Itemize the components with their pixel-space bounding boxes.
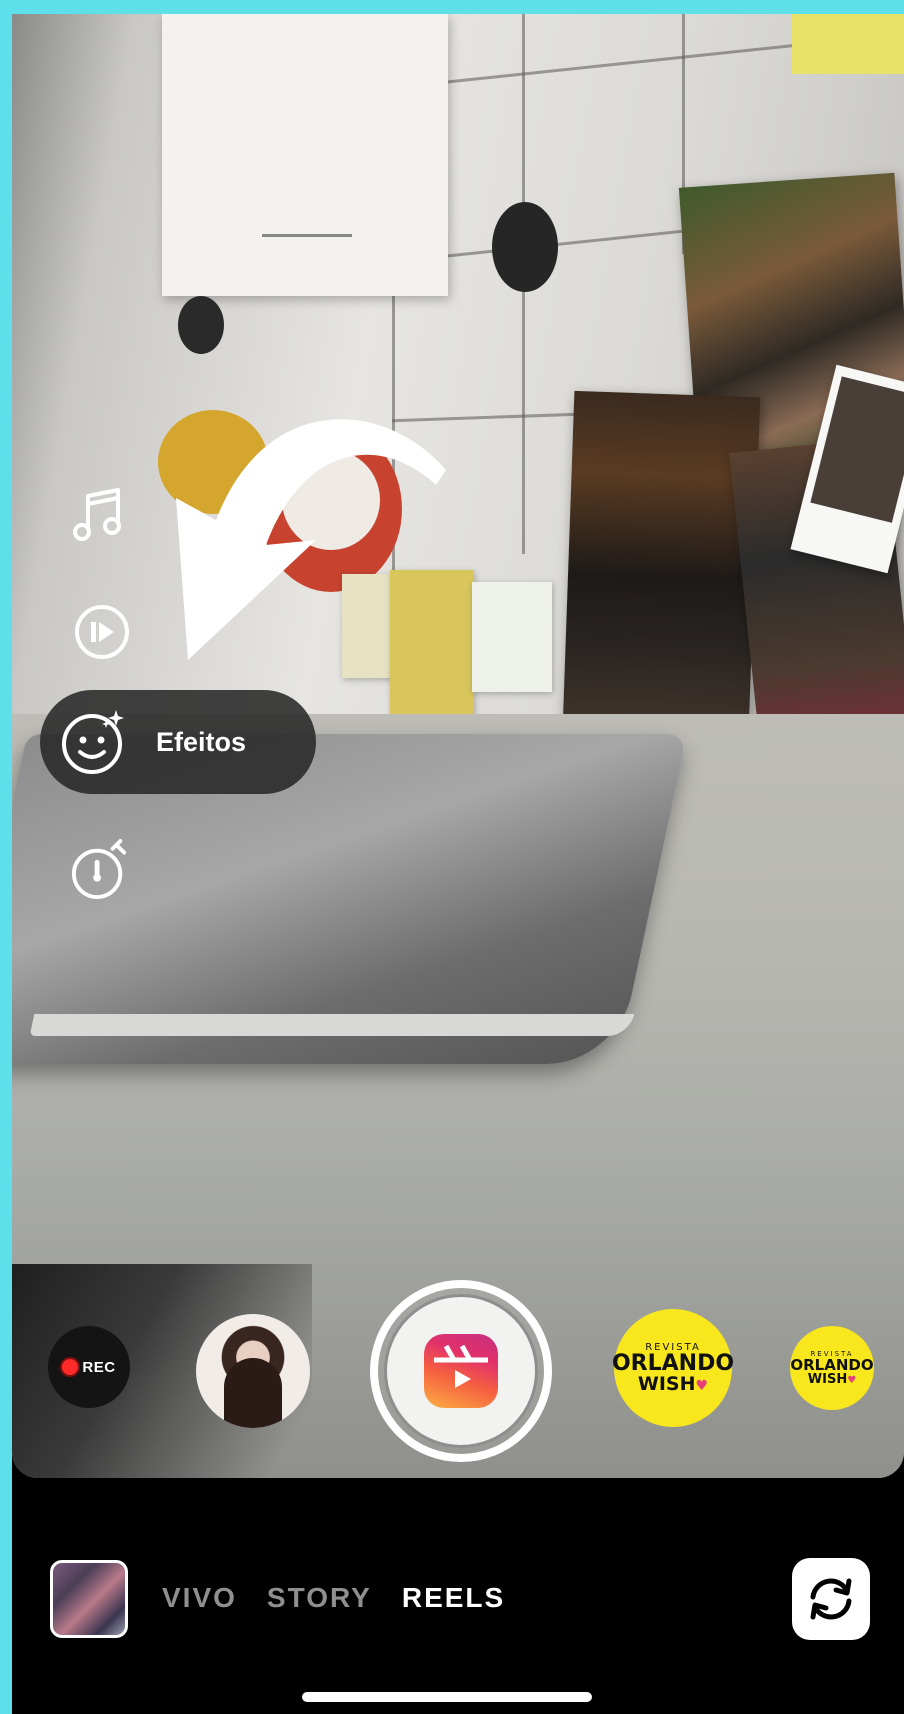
tab-story[interactable]: STORY bbox=[267, 1582, 372, 1614]
wall-decoration bbox=[178, 296, 224, 354]
orlando-wish-effect[interactable]: REVISTA ORLANDO WISH♥ bbox=[611, 1309, 735, 1427]
effects-face-icon bbox=[58, 706, 130, 778]
camera-viewfinder: Efeitos REC REVISTA ORLANDO WISH♥ REVIST… bbox=[12, 14, 904, 1478]
orlando-wish-effect-small[interactable]: REVISTA ORLANDO WISH♥ bbox=[790, 1326, 874, 1410]
wall-poster bbox=[162, 14, 448, 296]
speed-icon[interactable] bbox=[72, 602, 132, 662]
flip-camera-button[interactable] bbox=[792, 1558, 870, 1640]
effects-label: Efeitos bbox=[156, 726, 247, 757]
tab-reels[interactable]: REELS bbox=[402, 1582, 505, 1614]
curved-arrow-annotation bbox=[176, 419, 446, 660]
wall-photo bbox=[561, 390, 761, 764]
wall-decoration bbox=[492, 202, 558, 292]
sticker-mid-text: ORLANDO bbox=[790, 1356, 874, 1374]
profile-effect-avatar[interactable] bbox=[196, 1314, 310, 1428]
gallery-thumbnail[interactable] bbox=[50, 1560, 128, 1638]
record-dot-icon bbox=[62, 1359, 79, 1375]
laptop-edge bbox=[29, 1014, 635, 1036]
bottom-bar: VIVO STORY REELS bbox=[12, 1478, 904, 1714]
heart-icon: ♥ bbox=[847, 1375, 857, 1386]
wall-ticket bbox=[472, 582, 552, 692]
music-note-icon[interactable] bbox=[68, 486, 128, 546]
rec-label: REC bbox=[82, 1358, 116, 1376]
mode-tabs: VIVO STORY REELS bbox=[162, 1582, 505, 1614]
phone-screen: Efeitos REC REVISTA ORLANDO WISH♥ REVIST… bbox=[12, 14, 904, 1714]
flip-camera-icon bbox=[810, 1578, 852, 1620]
shutter-inner bbox=[384, 1294, 538, 1448]
rec-effect-button[interactable]: REC bbox=[48, 1326, 130, 1408]
home-indicator[interactable] bbox=[302, 1692, 592, 1702]
sticker-bottom-text: WISH♥ bbox=[807, 1372, 857, 1387]
timer-icon[interactable] bbox=[70, 839, 130, 900]
sticker-mid-text: ORLANDO bbox=[611, 1351, 735, 1376]
tab-vivo[interactable]: VIVO bbox=[162, 1582, 237, 1614]
reels-logo-icon bbox=[424, 1334, 498, 1408]
capture-row: REC REVISTA ORLANDO WISH♥ REVISTA ORLAND… bbox=[12, 1264, 904, 1462]
effects-button[interactable]: Efeitos bbox=[40, 690, 316, 794]
shutter-button[interactable] bbox=[370, 1280, 552, 1462]
wall-note bbox=[792, 14, 904, 74]
heart-icon: ♥ bbox=[695, 1378, 709, 1394]
sticker-bottom-text: WISH♥ bbox=[637, 1373, 709, 1395]
